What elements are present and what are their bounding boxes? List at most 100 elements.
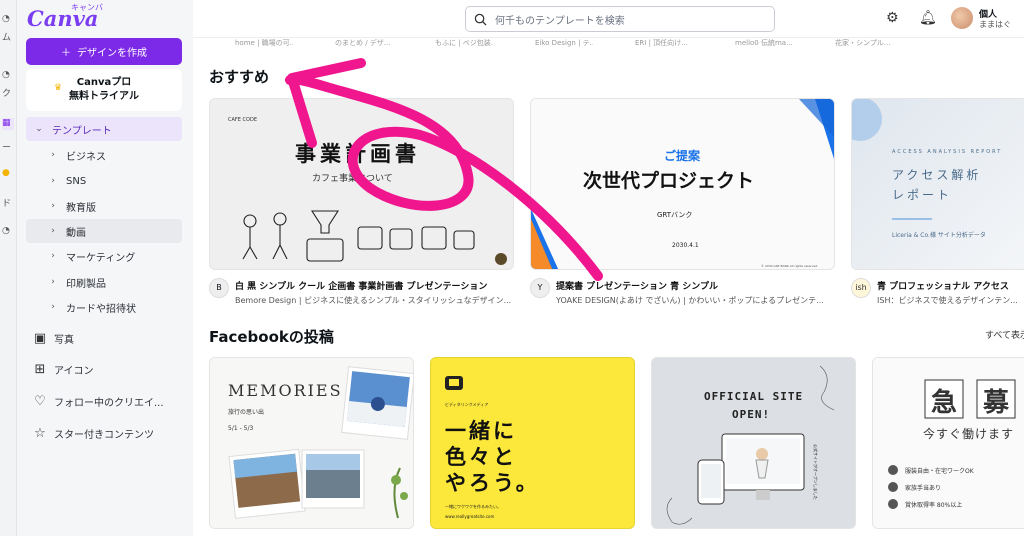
sidebar-item-label: スター付きコンテンツ [54, 429, 154, 441]
template-title[interactable]: 提案書 プレゼンテーション 青 シンプル [556, 279, 836, 292]
template-thumbnail: ご提案 次世代プロジェクト GRTバンク 2030.4.1 © 2030 GRT… [531, 99, 834, 269]
crown-icon[interactable]: ● [2, 168, 14, 180]
sidebar-item-following[interactable]: ♡ フォロー中のクリエイ... [26, 389, 182, 413]
sidebar-item-business[interactable]: › ビジネス [26, 143, 182, 167]
template-thumbnail: ACCESS ANALYSIS REPORT アクセス解析 レポート Licer… [852, 99, 1024, 269]
template-thumbnail: OFFICIAL SITE OPEN! 公式サイトがオープンしました [652, 358, 855, 528]
template-thumbnail: 急 募 今すぐ働けます 服装自由・在宅ワークOK 家族手当あり 賞休取得率 80… [873, 358, 1024, 528]
create-design-button[interactable]: ＋ デザインを作成 [26, 38, 182, 65]
template-thumbnail: ビディタリンクメディア 一緒に 色々と やろう。 一緒にワクワクを作るみたい。 … [431, 358, 634, 528]
avatar[interactable] [951, 7, 973, 29]
pro-trial-button[interactable]: ♛ Canvaプロ 無料トライアル [26, 69, 182, 111]
svg-text:OFFICIAL SITE: OFFICIAL SITE [704, 390, 803, 403]
svg-text:公式サイトがオープンしました: 公式サイトがオープンしました [813, 444, 819, 500]
svg-text:アクセス解析: アクセス解析 [892, 168, 981, 182]
sidebar-item-label: 動画 [66, 227, 86, 239]
home-icon[interactable]: ◔ [2, 14, 14, 26]
section-title-facebook: Facebookの投稿 [209, 328, 334, 346]
chevron-right-icon: › [51, 226, 55, 236]
svg-text:今すぐ働けます: 今すぐ働けます [923, 426, 1014, 441]
project-icon[interactable]: ◔ [2, 70, 14, 82]
previous-row-captions: home | 職場の可... のまとめ / デザ... もふに | ベジ包装..… [193, 38, 1024, 48]
template-icon[interactable]: ▦ [2, 118, 14, 130]
heart-icon: ♡ [34, 393, 46, 409]
sidebar-item-starred[interactable]: ☆ スター付きコンテンツ [26, 421, 182, 445]
plus-icon: ＋ [61, 48, 71, 59]
avatar[interactable]: Y [530, 278, 550, 298]
sidebar-item-label: カードや招待状 [66, 303, 136, 315]
template-card[interactable]: ご提案 次世代プロジェクト GRTバンク 2030.4.1 © 2030 GRT… [530, 98, 835, 270]
chevron-right-icon: › [51, 201, 55, 211]
sidebar-item-marketing[interactable]: › マーケティング [26, 244, 182, 268]
facebook-template-card[interactable]: ビディタリンクメディア 一緒に 色々と やろう。 一緒にワクワクを作るみたい。 … [430, 357, 635, 529]
template-thumbnail: MEMORIES 旅行の思い出 5/1 - 5/3 [210, 358, 413, 528]
sidebar-item-label: SNS [66, 175, 87, 187]
svg-text:www.reallygreatsite.com: www.reallygreatsite.com [445, 514, 494, 519]
facebook-template-card[interactable]: OFFICIAL SITE OPEN! 公式サイトがオープンしました [651, 357, 856, 529]
sidebar-item-photos[interactable]: ▣ 写真 [26, 326, 182, 350]
svg-text:家族手当あり: 家族手当あり [905, 484, 941, 492]
sidebar-item-label: マーケティング [66, 252, 136, 264]
avatar[interactable]: B [209, 278, 229, 298]
user-sub: ままはぐ [979, 20, 1011, 29]
template-title[interactable]: 青 プロフェッショナル アクセス [877, 279, 1024, 292]
section-title-recommended: おすすめ [209, 68, 270, 86]
template-author[interactable]: YOAKE DESIGN(よあけ でざいん) | かわいい・ポップによるプレゼン… [556, 295, 836, 306]
template-author[interactable]: Bemore Design | ビジネスに使えるシンプル・スタイリッシュなデザイ… [235, 295, 515, 306]
sidebar-item-sns[interactable]: › SNS [26, 169, 182, 193]
rail-label: ド [2, 199, 12, 209]
template-meta: 青 プロフェッショナル アクセス ISH：ビジネスで使えるデザインテン... [877, 279, 1024, 306]
svg-text:MEMORIES: MEMORIES [228, 381, 343, 400]
svg-text:やろう。: やろう。 [445, 471, 540, 495]
svg-text:服装自由・在宅ワークOK: 服装自由・在宅ワークOK [905, 467, 975, 475]
sidebar-item-cards[interactable]: › カードや招待状 [26, 295, 182, 319]
sidebar-item-label: アイコン [54, 365, 94, 377]
svg-text:一緒に: 一緒に [445, 419, 517, 443]
svg-text:募: 募 [982, 388, 1010, 418]
star-icon: ☆ [34, 425, 46, 441]
sidebar-item-label: テンプレート [52, 125, 112, 137]
chevron-right-icon: › [51, 150, 55, 160]
rail-label: ク [2, 89, 12, 99]
sidebar-item-education[interactable]: › 教育版 [26, 194, 182, 218]
search-icon [474, 13, 487, 26]
svg-text:レポート: レポート [892, 188, 952, 202]
svg-text:ACCESS ANALYSIS REPORT: ACCESS ANALYSIS REPORT [892, 149, 1002, 155]
svg-text:急: 急 [931, 388, 957, 418]
template-title[interactable]: 白 黒 シンプル クール 企画書 事業計画書 プレゼンテーション [235, 279, 515, 292]
svg-text:© 2030 GRT BANK All rights res: © 2030 GRT BANK All rights reserved. [761, 264, 818, 268]
facebook-template-card[interactable]: MEMORIES 旅行の思い出 5/1 - 5/3 [209, 357, 414, 529]
gear-icon[interactable]: ⚙ [886, 10, 899, 26]
sidebar: Canva キャンバ ＋ デザインを作成 ♛ Canvaプロ 無料トライアル ⌄… [17, 0, 193, 536]
search-input[interactable]: 何千ものテンプレートを検索 [465, 6, 775, 32]
sidebar-item-label: ビジネス [66, 151, 106, 163]
see-all-link[interactable]: すべて表示 [985, 328, 1024, 341]
sidebar-item-icons[interactable]: ⊞ アイコン [26, 357, 182, 381]
chevron-right-icon: › [51, 302, 55, 312]
search-placeholder: 何千ものテンプレートを検索 [495, 15, 625, 27]
caption: もふに | ベジ包装... [435, 39, 493, 47]
rail-label: ム [2, 33, 12, 43]
trial-line1: Canvaプロ [76, 77, 132, 88]
caption: mello0 伝統ma... [735, 39, 793, 47]
sidebar-item-templates[interactable]: ⌄ テンプレート [26, 117, 182, 141]
bell-icon[interactable]: 🔔︎ [919, 10, 937, 26]
apps-icon[interactable]: ◔ [2, 226, 14, 238]
avatar[interactable]: ish [851, 278, 871, 298]
template-card[interactable]: ACCESS ANALYSIS REPORT アクセス解析 レポート Licer… [851, 98, 1024, 270]
sidebar-item-print[interactable]: › 印刷製品 [26, 270, 182, 294]
svg-text:ご提案: ご提案 [664, 148, 701, 163]
svg-text:5/1 - 5/3: 5/1 - 5/3 [228, 425, 253, 432]
chevron-right-icon: › [51, 277, 55, 287]
template-card[interactable]: CAFE CODE 事業計画書 カフェ事業について [209, 98, 514, 270]
facebook-template-card[interactable]: 急 募 今すぐ働けます 服装自由・在宅ワークOK 家族手当あり 賞休取得率 80… [872, 357, 1024, 529]
template-meta: 白 黒 シンプル クール 企画書 事業計画書 プレゼンテーション Bemore … [235, 279, 515, 306]
sidebar-item-label: 写真 [54, 334, 74, 346]
svg-text:CAFE CODE: CAFE CODE [228, 117, 257, 123]
rail-label: ー [2, 143, 12, 153]
sidebar-item-video[interactable]: › 動画 [26, 219, 182, 243]
template-author[interactable]: ISH：ビジネスで使えるデザインテン... [877, 295, 1024, 306]
left-rail: ◔ ム ◔ ク ▦ ー ● ド ◔ [0, 0, 17, 536]
top-bar: 何千ものテンプレートを検索 ⚙ 🔔︎ 個人 ままはぐ [193, 0, 1024, 38]
svg-text:Liceria & Co.様 サイト分析データ: Liceria & Co.様 サイト分析データ [892, 231, 986, 239]
